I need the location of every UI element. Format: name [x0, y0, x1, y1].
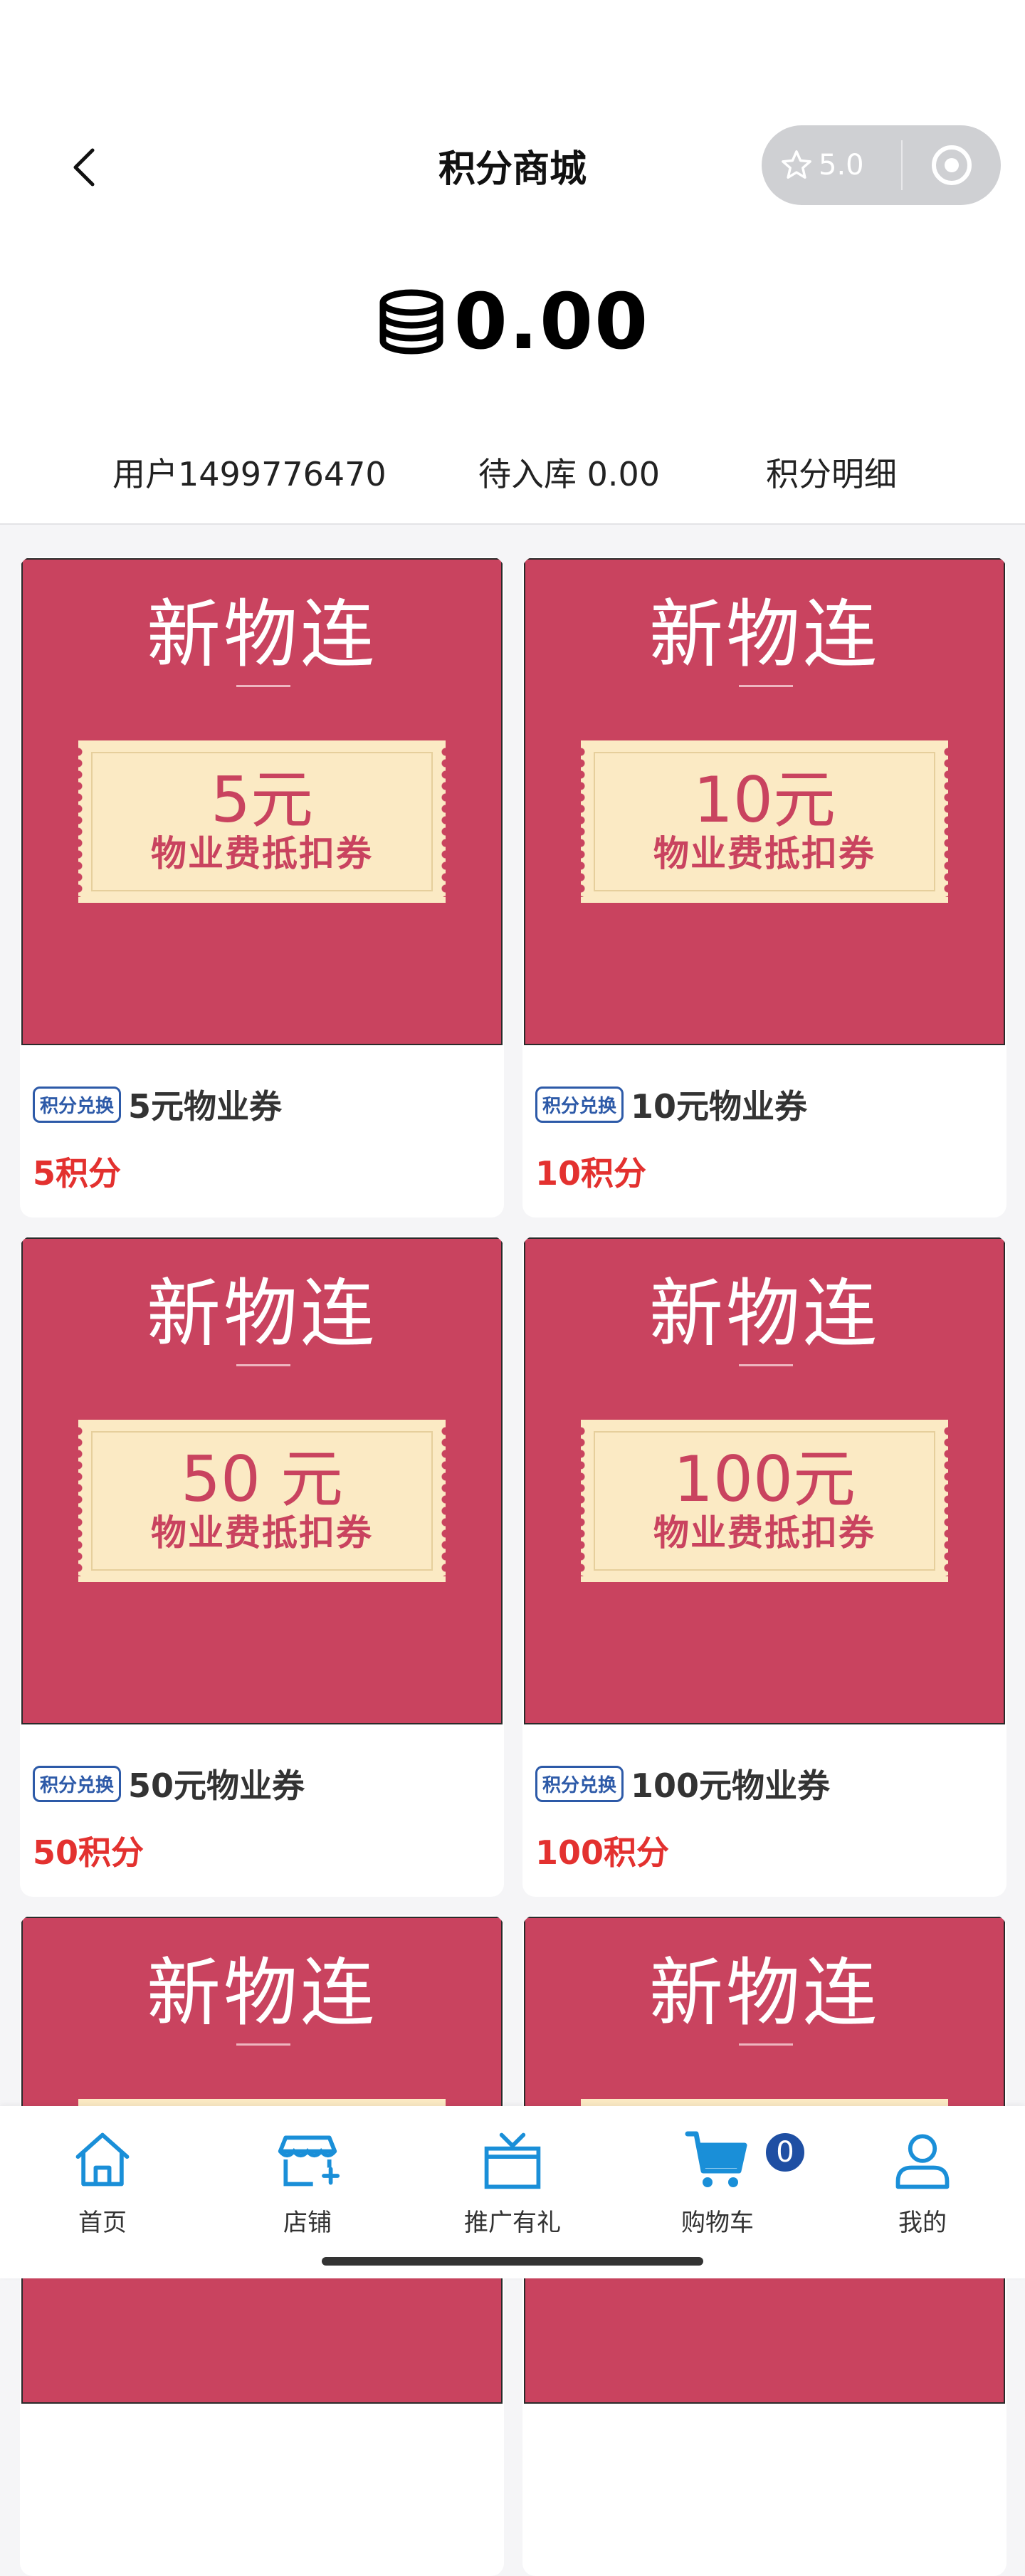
close-miniprogram-button[interactable] — [903, 143, 1001, 187]
tab-label: 我的 — [898, 2209, 947, 2237]
product-price: 100积分 — [535, 1833, 670, 1872]
tab-promotion[interactable]: 推广有礼 — [441, 2120, 584, 2238]
coupon-amount: 100元 — [673, 1443, 856, 1516]
coupon-amount: 10元 — [693, 763, 836, 837]
cart-count-badge: 0 — [763, 2130, 807, 2174]
coupon-ticket: 5元 物业费抵扣券 — [74, 740, 450, 903]
product-card[interactable]: 新物连 50 元 物业费抵扣券 积分兑换 50元物业券 50积分 — [20, 1236, 504, 1897]
mini-program-capsule: 5.0 — [762, 125, 1001, 205]
tab-profile[interactable]: 我的 — [851, 2120, 994, 2238]
brand-divider — [739, 2043, 793, 2046]
brand-name: 新物连 — [146, 1270, 377, 1357]
tab-store[interactable]: 店铺 — [236, 2120, 379, 2238]
brand-name: 新物连 — [648, 591, 880, 678]
coupon-ticket: 10元 物业费抵扣券 — [577, 740, 952, 903]
coupon-label: 物业费抵扣券 — [151, 1512, 373, 1554]
product-price: 50积分 — [33, 1833, 144, 1872]
tab-label: 首页 — [78, 2209, 127, 2237]
gift-icon — [484, 2132, 541, 2189]
brand-divider — [236, 2043, 290, 2046]
coupon-amount: 5元 — [211, 763, 313, 837]
exchange-tag: 积分兑换 — [535, 1086, 624, 1123]
product-card[interactable]: 新物连 10元 物业费抵扣券 积分兑换 10元物业券 10积分 — [522, 557, 1006, 1218]
rating-button[interactable]: 5.0 — [762, 149, 901, 182]
brand-name: 新物连 — [146, 591, 377, 678]
coins-icon — [379, 289, 443, 354]
coupon-label: 物业费抵扣券 — [653, 1512, 876, 1554]
product-name: 100元物业券 — [631, 1766, 831, 1805]
product-name: 50元物业券 — [128, 1766, 305, 1805]
brand-divider — [739, 1364, 793, 1366]
star-icon — [782, 150, 811, 179]
product-price: 5积分 — [33, 1154, 122, 1193]
balance-value: 0.00 — [453, 278, 650, 367]
pending-points: 待入库 0.00 — [478, 455, 661, 493]
brand-name: 新物连 — [648, 1949, 880, 2036]
product-card[interactable]: 新物连 5元 物业费抵扣券 积分兑换 5元物业券 5积分 — [20, 557, 504, 1218]
user-id: 用户1499776470 — [112, 455, 387, 493]
product-card[interactable]: 新物连 100元 物业费抵扣券 积分兑换 100元物业券 100积分 — [522, 1236, 1006, 1897]
rating-value: 5.0 — [819, 149, 864, 182]
brand-name: 新物连 — [146, 1949, 377, 2036]
points-detail-link[interactable]: 积分明细 — [766, 449, 897, 496]
product-image: 新物连 5元 物业费抵扣券 — [21, 558, 503, 1045]
tab-label: 推广有礼 — [464, 2209, 561, 2237]
product-name: 5元物业券 — [128, 1087, 283, 1126]
home-icon — [75, 2132, 130, 2187]
tab-home[interactable]: 首页 — [31, 2120, 174, 2238]
coupon-ticket: 100元 物业费抵扣券 — [577, 1420, 952, 1582]
coupon-amount: 50 元 — [181, 1443, 343, 1516]
target-icon — [932, 145, 972, 185]
user-icon — [895, 2134, 950, 2189]
exchange-tag: 积分兑换 — [535, 1765, 624, 1802]
product-image: 新物连 100元 物业费抵扣券 — [524, 1237, 1005, 1724]
product-image: 新物连 50 元 物业费抵扣券 — [21, 1237, 503, 1724]
header: 积分商城 5.0 0.00 用户1499776470 待入库 0.00 积分明细 — [0, 0, 1025, 525]
tab-label: 店铺 — [283, 2209, 332, 2237]
coupon-label: 物业费抵扣券 — [151, 833, 373, 874]
bottom-tab-bar: 首页 店铺 推广有礼 购物车 0 我的 — [0, 2106, 1025, 2278]
brand-divider — [739, 685, 793, 687]
brand-name: 新物连 — [648, 1270, 880, 1357]
tab-label: 购物车 — [681, 2209, 754, 2237]
points-balance: 0.00 — [0, 278, 1025, 367]
coupon-ticket: 50 元 物业费抵扣券 — [74, 1420, 450, 1582]
product-name: 10元物业券 — [631, 1087, 808, 1126]
points-stats: 用户1499776470 待入库 0.00 积分明细 — [0, 449, 1025, 493]
brand-divider — [236, 1364, 290, 1366]
product-price: 10积分 — [535, 1154, 647, 1193]
brand-divider — [236, 685, 290, 687]
coupon-label: 物业费抵扣券 — [653, 833, 876, 874]
exchange-tag: 积分兑换 — [33, 1765, 122, 1802]
store-icon — [278, 2135, 340, 2187]
cart-icon — [685, 2131, 747, 2187]
product-image: 新物连 10元 物业费抵扣券 — [524, 558, 1005, 1045]
exchange-tag: 积分兑换 — [33, 1086, 122, 1123]
home-indicator — [322, 2257, 703, 2266]
